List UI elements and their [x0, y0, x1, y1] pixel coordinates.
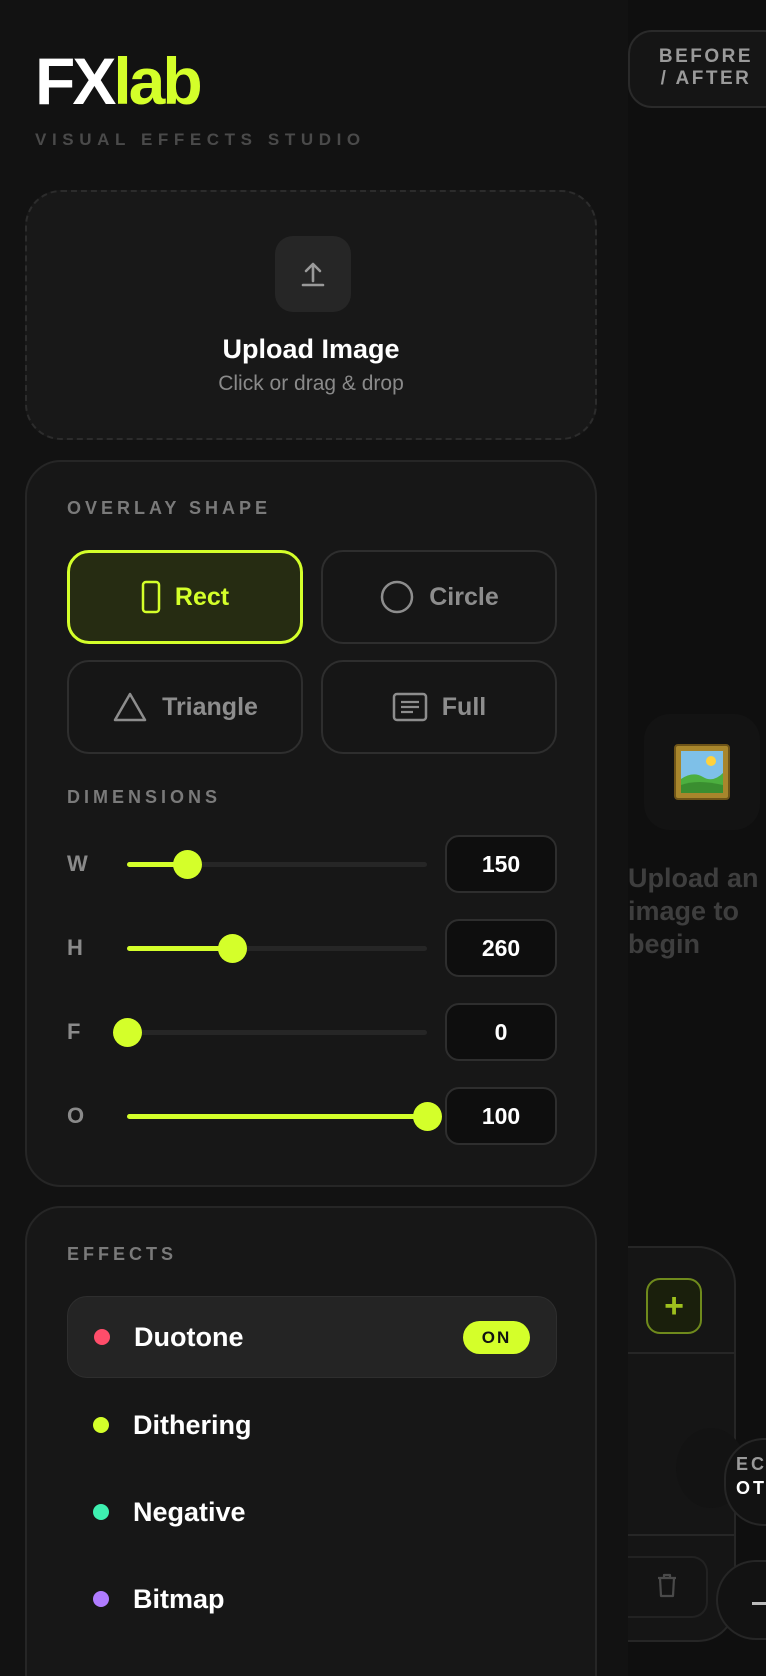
overlay-shape-panel: OVERLAY SHAPE Rect Circle Triangle Full … [25, 460, 597, 1187]
layers-divider [628, 1534, 734, 1536]
shape-circle-label: Circle [429, 582, 499, 611]
width-slider[interactable] [127, 850, 427, 879]
width-label: W [67, 851, 88, 876]
upload-title: Upload Image [222, 334, 400, 364]
shape-triangle-label: Triangle [162, 692, 258, 721]
app-tagline: VISUAL EFFECTS STUDIO [35, 130, 366, 149]
placeholder-text: Upload an image to begin [628, 863, 759, 959]
opacity-slider-row: O 100 [67, 1087, 557, 1145]
right-action-line1: EC [736, 1454, 766, 1474]
shape-rect-label: Rect [174, 582, 230, 611]
height-value-input[interactable]: 260 [445, 919, 557, 977]
right-action-line2: OTO [736, 1478, 766, 1498]
overlay-shape-label: OVERLAY SHAPE [67, 498, 272, 518]
feather-slider-thumb[interactable] [113, 1018, 142, 1047]
layers-divider [628, 1352, 734, 1354]
effect-color-dot [93, 1591, 109, 1607]
shape-triangle-button[interactable]: Triangle [67, 660, 303, 754]
opacity-slider-thumb[interactable] [413, 1102, 442, 1131]
effect-name: Dithering [133, 1409, 252, 1440]
logo-lab: lab [113, 44, 202, 118]
opacity-value-input[interactable]: 100 [445, 1087, 557, 1145]
height-slider-row: H 260 [67, 919, 557, 977]
feather-value-input[interactable]: 0 [445, 1003, 557, 1061]
sidebar: FXlab VISUAL EFFECTS STUDIO Upload Image… [0, 0, 628, 1676]
effects-panel: EFFECTS Duotone ON Dithering Negative Bi… [25, 1206, 597, 1676]
effect-on-badge[interactable]: ON [463, 1321, 530, 1354]
shape-full-label: Full [441, 692, 487, 721]
framed-picture-icon [644, 714, 760, 830]
effect-name: Negative [133, 1496, 246, 1527]
height-slider[interactable] [127, 934, 427, 963]
upload-subtitle: Click or drag & drop [218, 372, 404, 395]
effect-color-dot [94, 1329, 110, 1345]
upload-dropzone[interactable]: Upload Image Click or drag & drop [25, 190, 597, 440]
before-after-toggle[interactable]: BEFORE / AFTER [628, 30, 766, 108]
shape-circle-button[interactable]: Circle [321, 550, 557, 644]
opacity-label: O [67, 1103, 85, 1128]
app-logo: FXlab [35, 48, 203, 114]
effect-name: Duotone [134, 1321, 244, 1352]
height-slider-thumb[interactable] [218, 934, 247, 963]
effect-item-bitmap[interactable]: Bitmap [67, 1558, 557, 1640]
feather-slider[interactable] [113, 1018, 427, 1047]
effect-name: Bitmap [133, 1583, 225, 1614]
width-slider-row: W 150 [67, 835, 557, 893]
width-slider-thumb[interactable] [173, 850, 202, 879]
rect-icon [141, 580, 161, 614]
opacity-slider[interactable] [127, 1102, 442, 1131]
triangle-icon [112, 691, 148, 723]
upload-arrow-icon [275, 236, 351, 312]
effect-color-dot [93, 1504, 109, 1520]
circle-icon [379, 579, 415, 615]
shape-full-button[interactable]: Full [321, 660, 557, 754]
delete-layer-button[interactable] [628, 1556, 708, 1618]
trash-icon [656, 1572, 678, 1603]
effect-item-dithering[interactable]: Dithering [67, 1384, 557, 1466]
before-after-label: BEFORE / AFTER [658, 46, 754, 89]
height-label: H [67, 935, 83, 960]
width-value-input[interactable]: 150 [445, 835, 557, 893]
effect-item-duotone[interactable]: Duotone ON [67, 1296, 557, 1378]
effect-item-negative[interactable]: Negative [67, 1471, 557, 1553]
dimensions-label: DIMENSIONS [67, 787, 222, 807]
feather-label: F [67, 1019, 81, 1044]
add-layer-button[interactable]: + [646, 1278, 702, 1334]
app-root: FXlab VISUAL EFFECTS STUDIO Upload Image… [0, 0, 766, 1676]
effects-label: EFFECTS [67, 1244, 178, 1264]
plus-icon: + [664, 1286, 684, 1325]
logo-fx: FX [35, 44, 116, 118]
full-frame-icon [392, 692, 428, 722]
effect-color-dot [93, 1417, 109, 1433]
feather-slider-row: F 0 [67, 1003, 557, 1061]
shape-rect-button[interactable]: Rect [67, 550, 303, 644]
